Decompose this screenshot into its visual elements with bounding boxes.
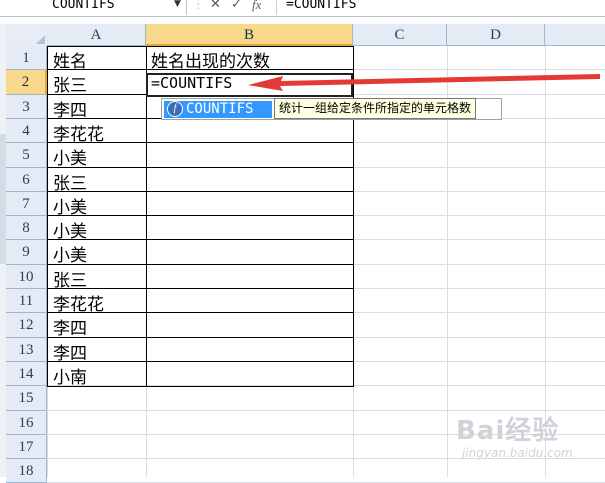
watermark-logo: Bai经验 <box>456 416 560 446</box>
annotation-arrow <box>248 74 600 91</box>
watermark-url: jingyan.baidu.com <box>462 446 573 460</box>
baidu-jingyan-watermark: Bai经验 jingyan.baidu.com <box>456 410 604 470</box>
